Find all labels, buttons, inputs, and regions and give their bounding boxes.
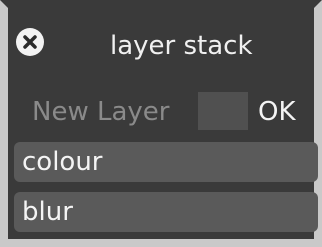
close-icon [16,28,44,56]
layer-item-colour[interactable]: colour [14,142,318,182]
panel-titlebar: layer stack [8,8,314,86]
layer-item-blur[interactable]: blur [14,192,318,232]
ok-button[interactable]: OK [258,94,296,130]
layer-stack-panel: layer stack New Layer OK colour blur [0,0,322,247]
new-layer-label: New Layer [32,97,170,127]
close-button[interactable] [16,28,44,56]
new-layer-input[interactable] [198,92,248,130]
panel-title: layer stack [110,31,253,61]
new-layer-row: New Layer OK [8,86,314,138]
